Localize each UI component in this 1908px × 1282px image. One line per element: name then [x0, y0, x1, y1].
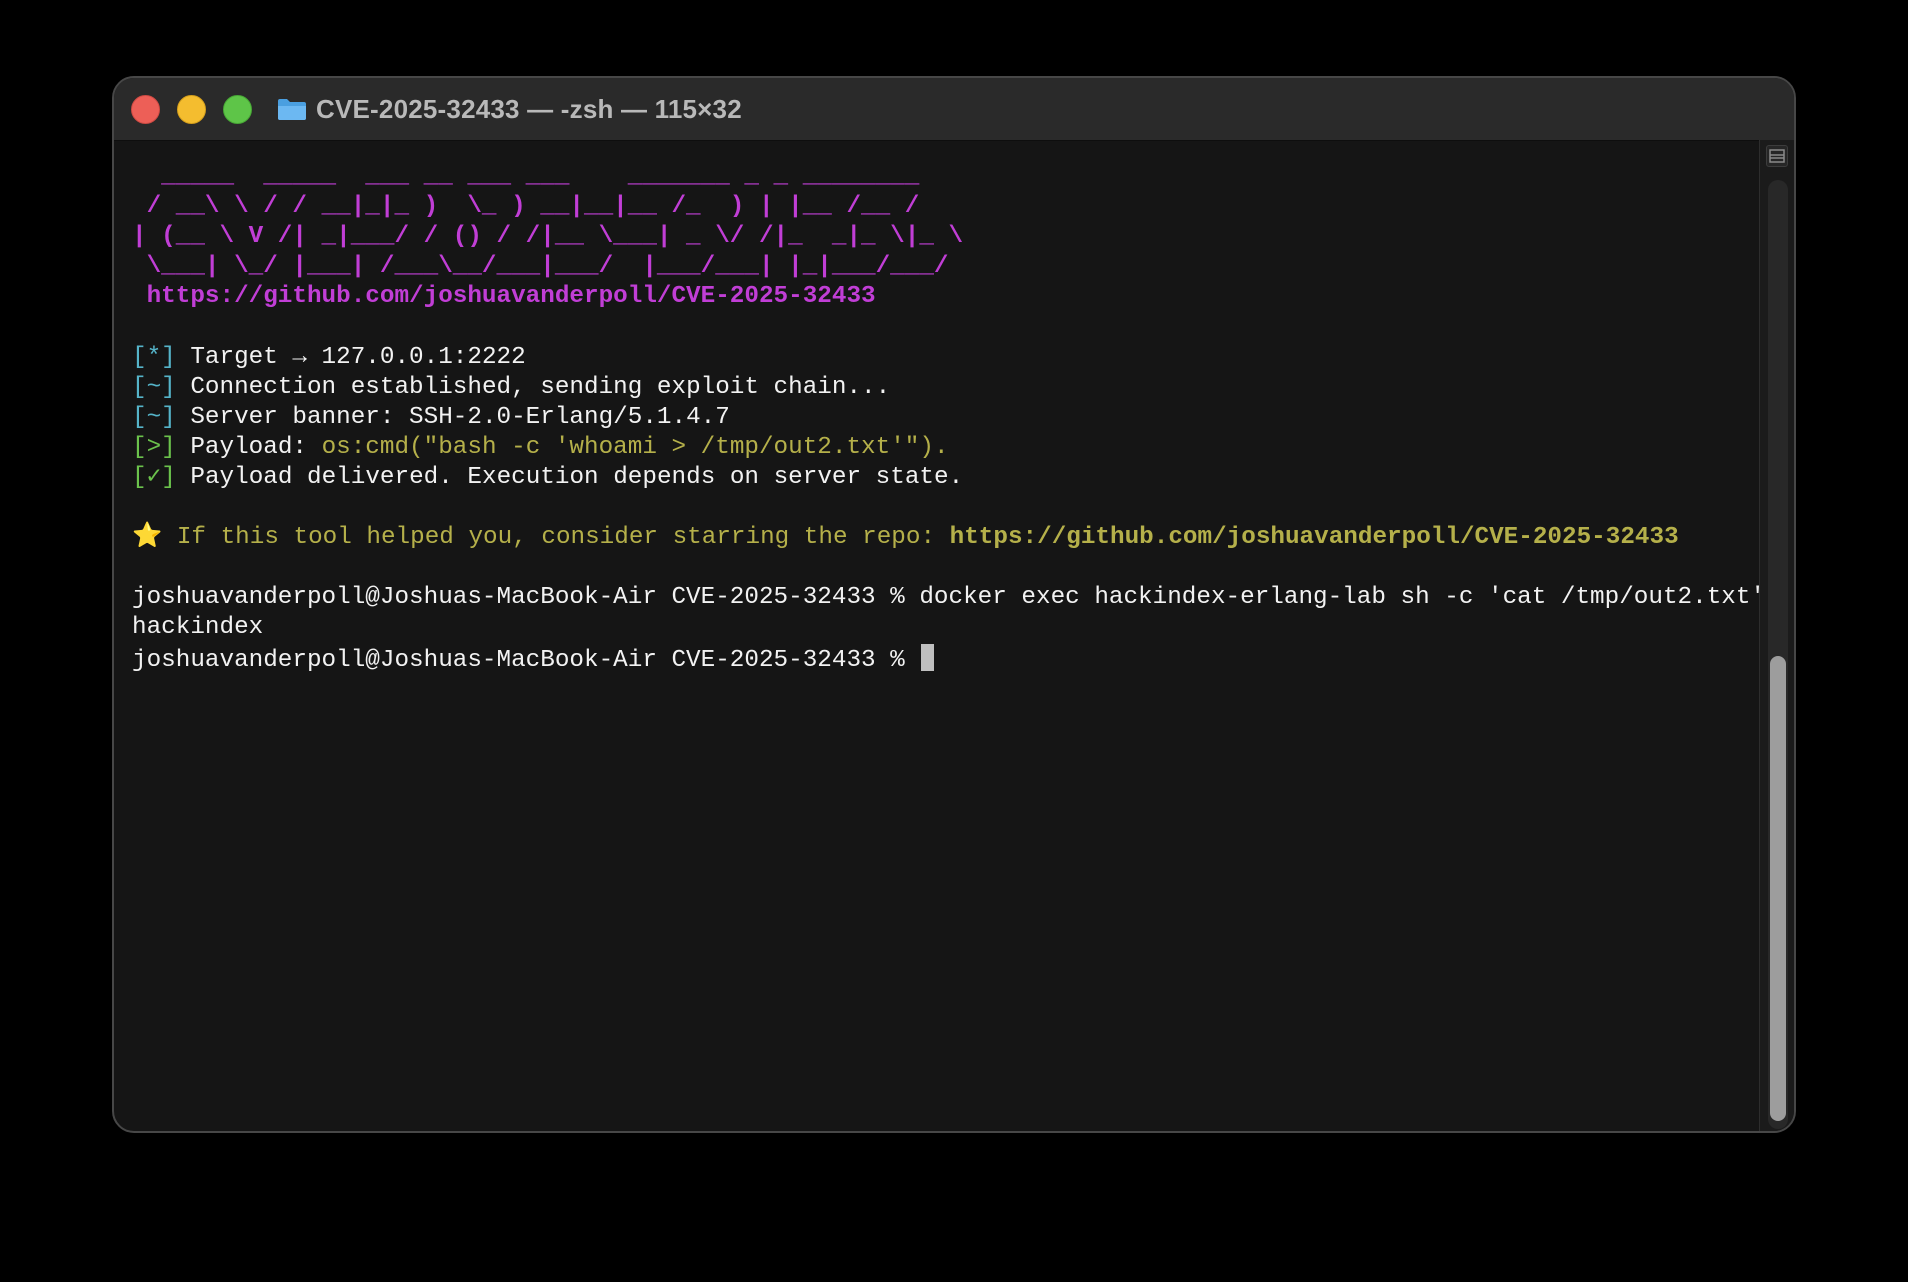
log-line-banner: [~] Server banner: SSH-2.0-Erlang/5.1.4.… [132, 403, 1754, 433]
ascii-banner-line: _____ _____ ___ __ ___ ___ _______ _ _ _… [132, 163, 920, 190]
star-repo-link[interactable]: https://github.com/joshuavanderpoll/CVE-… [950, 524, 1679, 551]
command-line: joshuavanderpoll@Joshuas-MacBook-Air CVE… [132, 584, 1766, 612]
star-notice-line: ⭐ If this tool helped you, consider star… [132, 523, 1754, 553]
ascii-banner-line: / __\ \ / / __|_|_ ) \_ ) __|__|__ /_ ) … [132, 193, 920, 221]
close-window-button[interactable] [131, 95, 160, 124]
shell-prompt-line[interactable]: joshuavanderpoll@Joshuas-MacBook-Air CVE… [132, 643, 1754, 674]
banner-repo-url: https://github.com/joshuavanderpoll/CVE-… [132, 283, 876, 311]
log-line-target: [*] Target → 127.0.0.1:2222 [132, 343, 1754, 373]
text-cursor [921, 643, 935, 671]
log-prefix: [✓] [132, 463, 176, 491]
title-bar[interactable]: CVE-2025-32433 — -zsh — 115×32 [114, 78, 1794, 141]
scrollbar-thumb[interactable] [1770, 656, 1786, 1121]
log-line-payload: [>] Payload: os:cmd("bash -c 'whoami > /… [132, 433, 1754, 463]
log-prefix: [*] [132, 343, 176, 371]
log-text: Connection established, sending exploit … [175, 373, 891, 401]
shell-prompt: joshuavanderpoll@Joshuas-MacBook-Air CVE… [132, 646, 920, 674]
payload-text: os:cmd("bash -c 'whoami > /tmp/out2.txt'… [321, 433, 949, 461]
ascii-banner-line: | (__ \ V /| _|___/ / () / /|__ \___| _ … [132, 223, 964, 251]
terminal-output[interactable]: _____ _____ ___ __ ___ ___ _______ _ _ _… [132, 162, 1766, 1131]
window-title: CVE-2025-32433 — -zsh — 115×32 [316, 93, 742, 124]
log-text: Target → 127.0.0.1:2222 [175, 343, 526, 371]
zoom-window-button[interactable] [223, 95, 252, 124]
log-prefix: [~] [132, 373, 176, 401]
log-text: Server banner: SSH-2.0-Erlang/5.1.4.7 [175, 403, 730, 431]
terminal-window: CVE-2025-32433 — -zsh — 115×32 _____ ___… [112, 76, 1796, 1133]
log-label: Payload: [175, 433, 322, 461]
window-title-group: CVE-2025-32433 — -zsh — 115×32 [277, 93, 742, 125]
split-pane-icon[interactable] [1766, 145, 1788, 167]
log-line-connection: [~] Connection established, sending expl… [132, 373, 1754, 403]
ascii-banner-line: \___| \_/ |___| /___\__/___|___/ |___/__… [132, 253, 949, 281]
log-line-delivered: [✓] Payload delivered. Execution depends… [132, 463, 1754, 493]
log-prefix: [>] [132, 433, 176, 461]
scroll-area [1759, 140, 1794, 1131]
minimize-window-button[interactable] [177, 95, 206, 124]
log-prefix: [~] [132, 403, 176, 431]
star-icon: ⭐ [132, 524, 163, 552]
command-output: hackindex [132, 614, 264, 642]
star-notice-text: If this tool helped you, consider starri… [162, 524, 950, 552]
folder-icon [277, 97, 307, 121]
log-text: Payload delivered. Execution depends on … [175, 463, 964, 491]
